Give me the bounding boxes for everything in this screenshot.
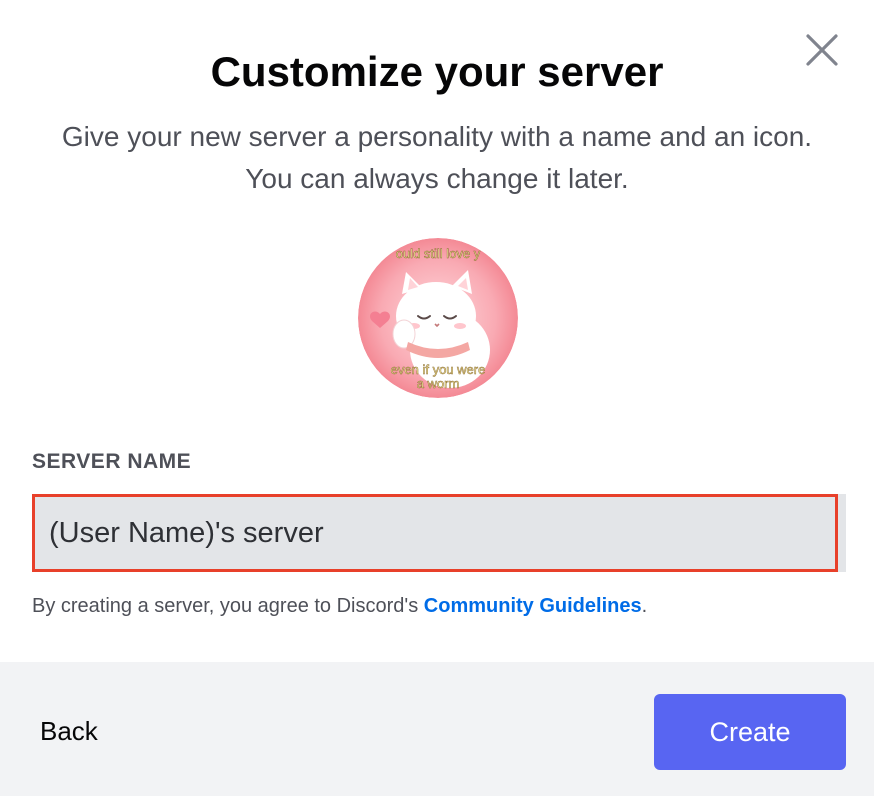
server-icon-upload[interactable]: ould still love y even if you were a wor… (358, 238, 518, 398)
icon-caption-bottom-1: even if you were (391, 362, 486, 377)
create-server-modal: Customize your server Give your new serv… (0, 0, 874, 796)
icon-caption-top: ould still love y (396, 246, 481, 261)
modal-subtitle: Give your new server a personality with … (61, 121, 813, 194)
server-name-input[interactable] (35, 497, 835, 569)
icon-caption-bottom-2: a worm (417, 376, 460, 391)
server-name-field-frame (32, 494, 838, 572)
server-name-label: SERVER NAME (32, 450, 192, 473)
server-icon-image: ould still love y even if you were a wor… (358, 238, 518, 398)
legal-suffix: . (641, 595, 648, 617)
legal-notice: By creating a server, you agree to Disco… (32, 592, 647, 620)
create-button[interactable]: Create (654, 694, 846, 770)
modal-title: Customize your server (210, 48, 664, 95)
legal-prefix: By creating a server, you agree to Disco… (32, 595, 424, 617)
back-button[interactable]: Back (40, 716, 98, 747)
input-edge (838, 494, 846, 572)
community-guidelines-link[interactable]: Community Guidelines (424, 595, 642, 617)
